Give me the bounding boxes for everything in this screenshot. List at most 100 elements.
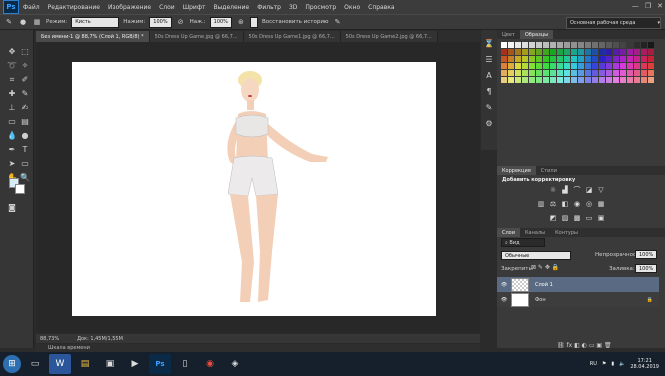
color-swatch[interactable] <box>620 49 626 55</box>
marquee-tool-icon[interactable]: ⬚ <box>19 46 31 57</box>
color-swatch[interactable] <box>634 70 640 76</box>
color-swatch[interactable] <box>620 77 626 83</box>
photo-filter-icon[interactable]: ◉ <box>573 200 581 208</box>
color-swatch[interactable] <box>648 49 654 55</box>
color-swatch[interactable] <box>550 56 556 62</box>
color-swatch[interactable] <box>522 70 528 76</box>
color-swatch[interactable] <box>571 77 577 83</box>
color-swatch[interactable] <box>599 77 605 83</box>
color-swatch[interactable] <box>634 77 640 83</box>
color-swatch[interactable] <box>501 63 507 69</box>
color-swatch[interactable] <box>543 42 549 48</box>
brush-tool-icon[interactable]: ✎ <box>19 88 31 99</box>
color-swatch[interactable] <box>641 77 647 83</box>
color-swatch[interactable] <box>508 49 514 55</box>
tab-document-1[interactable]: Без имени-1 @ 88,7% (Слой 1, RGB/8) * <box>36 31 150 42</box>
color-swatch[interactable] <box>627 63 633 69</box>
tab-channels[interactable]: Каналы <box>520 228 550 237</box>
color-swatch[interactable] <box>557 56 563 62</box>
color-swatch[interactable] <box>522 77 528 83</box>
media-icon[interactable]: ▣ <box>99 354 121 374</box>
color-swatch[interactable] <box>522 63 528 69</box>
color-swatch[interactable] <box>564 42 570 48</box>
lasso-tool-icon[interactable]: ➰ <box>6 60 18 71</box>
color-swatch[interactable] <box>578 70 584 76</box>
color-swatch[interactable] <box>515 70 521 76</box>
color-swatch[interactable] <box>536 56 542 62</box>
color-swatch[interactable] <box>627 49 633 55</box>
hue-sat-icon[interactable]: ▥ <box>537 200 545 208</box>
color-swatch[interactable] <box>585 63 591 69</box>
history-brush-tool-icon[interactable]: ✍ <box>19 102 31 113</box>
color-swatch[interactable] <box>592 70 598 76</box>
color-swatch[interactable] <box>641 70 647 76</box>
minimize-button[interactable]: — <box>632 2 639 10</box>
color-swatch[interactable] <box>613 49 619 55</box>
color-swatch[interactable] <box>592 42 598 48</box>
mode-select[interactable]: Кисть <box>71 16 120 28</box>
color-swatch[interactable] <box>592 77 598 83</box>
tab-document-3[interactable]: 50s Dress Up Game1.jpg @ 66,7... <box>243 31 341 42</box>
menu-layers[interactable]: Слои <box>155 4 179 11</box>
color-swatch[interactable] <box>564 56 570 62</box>
color-swatch[interactable] <box>620 42 626 48</box>
levels-icon[interactable]: ▟ <box>561 186 569 194</box>
menu-select[interactable]: Выделение <box>209 4 253 11</box>
document-canvas[interactable] <box>72 62 436 316</box>
tool-presets-icon[interactable]: ⚙ <box>483 118 495 129</box>
color-swatch[interactable] <box>599 42 605 48</box>
color-swatch[interactable] <box>627 56 633 62</box>
color-swatch[interactable] <box>571 56 577 62</box>
color-swatch[interactable] <box>508 77 514 83</box>
shape-tool-icon[interactable]: ▭ <box>19 158 31 169</box>
swatches-grid[interactable] <box>501 42 659 86</box>
color-swatch[interactable] <box>620 70 626 76</box>
color-swatch[interactable] <box>501 42 507 48</box>
crop-tool-icon[interactable]: ⌗ <box>6 74 18 85</box>
opacity-field[interactable]: 100% <box>149 16 172 28</box>
color-swatch[interactable] <box>648 42 654 48</box>
tab-styles[interactable]: Стили <box>536 166 562 175</box>
move-tool-icon[interactable]: ✥ <box>6 46 18 57</box>
color-swatch[interactable] <box>543 49 549 55</box>
color-swatch[interactable] <box>571 42 577 48</box>
color-balance-icon[interactable]: ⚖ <box>549 200 557 208</box>
color-swatch[interactable] <box>557 49 563 55</box>
color-swatch[interactable] <box>536 63 542 69</box>
color-swatch[interactable] <box>606 70 612 76</box>
color-swatch[interactable] <box>571 49 577 55</box>
color-swatch[interactable] <box>536 49 542 55</box>
color-swatch[interactable] <box>599 56 605 62</box>
color-swatch[interactable] <box>613 42 619 48</box>
color-swatch[interactable] <box>515 42 521 48</box>
color-swatch[interactable] <box>508 70 514 76</box>
color-swatch[interactable] <box>564 70 570 76</box>
color-swatch[interactable] <box>648 70 654 76</box>
tab-document-4[interactable]: 50s Dress Up Game2.jpg @ 66,7... <box>340 31 438 42</box>
color-swatch[interactable] <box>578 63 584 69</box>
photoshop-taskbar-icon[interactable]: Ps <box>149 354 171 374</box>
color-swatch[interactable] <box>606 49 612 55</box>
color-swatch[interactable] <box>634 56 640 62</box>
tab-document-2[interactable]: 50s Dress Up Game.jpg @ 66,7... <box>149 31 244 42</box>
pressure-opacity-icon[interactable]: ⊘ <box>176 17 186 27</box>
color-swatch[interactable] <box>641 63 647 69</box>
chrome-icon[interactable]: ◉ <box>199 354 221 374</box>
color-swatch[interactable] <box>543 56 549 62</box>
color-lookup-icon[interactable]: ▦ <box>597 200 605 208</box>
workspace-select[interactable]: Основная рабочая среда ▾ <box>566 17 661 29</box>
color-swatch[interactable] <box>529 42 535 48</box>
color-swatch[interactable] <box>550 70 556 76</box>
menu-view[interactable]: Просмотр <box>301 4 340 11</box>
color-swatch[interactable] <box>508 42 514 48</box>
color-swatch[interactable] <box>543 77 549 83</box>
notepad-icon[interactable]: ▯ <box>174 354 196 374</box>
zoom-tool-icon[interactable]: 🔍 <box>19 172 31 183</box>
color-swatch[interactable] <box>578 56 584 62</box>
fill-field[interactable]: 100% <box>635 264 658 273</box>
color-swatch[interactable] <box>571 70 577 76</box>
color-swatch[interactable] <box>550 49 556 55</box>
clock[interactable]: 17:21 28.04.2019 <box>630 358 659 370</box>
color-swatch[interactable] <box>613 56 619 62</box>
brush-panel-icon[interactable]: ▦ <box>32 17 42 27</box>
